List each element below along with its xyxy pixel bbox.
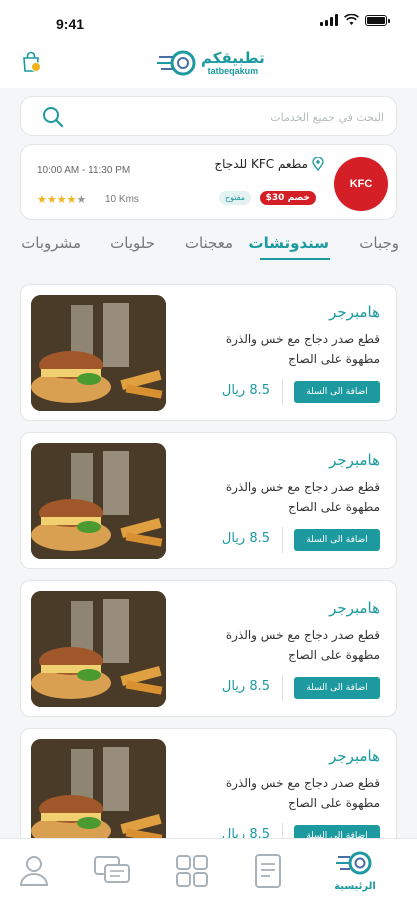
divider xyxy=(282,379,283,405)
product-title: هامبرجر xyxy=(329,747,380,765)
logo-mark-icon xyxy=(157,50,196,76)
star-icon: ★ xyxy=(46,193,57,206)
product-description: قطع صدر دجاج مع خس والذرة مطهوة على الصا… xyxy=(225,480,380,514)
location-pin-icon xyxy=(312,157,324,171)
product-title: هامبرجر xyxy=(329,599,380,617)
nav-label-home[interactable]: الرئيسية xyxy=(330,881,380,892)
discount-badge: خصم 30$ xyxy=(259,191,316,205)
tab-pastries[interactable]: معجنات xyxy=(185,234,233,252)
user-icon[interactable] xyxy=(14,851,54,891)
product-card[interactable]: هامبرجر قطع صدر دجاج مع خس والذرة مطهوة … xyxy=(20,284,397,421)
divider xyxy=(282,527,283,553)
add-to-cart-button[interactable]: اضافة الى السلة xyxy=(294,677,380,699)
product-image xyxy=(31,739,166,838)
star-icon: ★ xyxy=(76,193,87,206)
product-description: قطع صدر دجاج مع خس والذرة مطهوة على الصا… xyxy=(225,776,380,810)
product-price: 8.5 ريال xyxy=(221,383,270,398)
cart-badge xyxy=(31,62,41,72)
cellular-signal-icon xyxy=(320,14,338,26)
opening-hours: 10:00 AM - 11:30 PM xyxy=(37,165,131,176)
product-card[interactable]: هامبرجر قطع صدر دجاج مع خس والذرة مطهوة … xyxy=(20,728,397,838)
home-logo-icon[interactable] xyxy=(335,845,375,885)
category-tabs: وجبات سندوتشات معجنات حلويات مشروبات xyxy=(0,226,417,266)
status-icons xyxy=(320,14,390,26)
product-card[interactable]: هامبرجر قطع صدر دجاج مع خس والذرة مطهوة … xyxy=(20,580,397,717)
restaurant-logo: KFC xyxy=(334,157,388,211)
product-price: 8.5 ريال xyxy=(221,679,270,694)
product-description: قطع صدر دجاج مع خس والذرة مطهوة على الصا… xyxy=(225,332,380,366)
star-icon: ★ xyxy=(66,193,77,206)
add-to-cart-button[interactable]: اضافة الى السلة xyxy=(294,529,380,551)
wifi-icon xyxy=(344,14,359,25)
add-to-cart-button[interactable]: اضافة الى السلة xyxy=(294,825,380,838)
document-icon[interactable] xyxy=(248,851,288,891)
restaurant-card[interactable]: KFC مطعم KFC للدجاج 10:00 AM - 11:30 PM … xyxy=(20,144,397,220)
app-header: تطبيقكم tatbeqakum xyxy=(0,40,417,88)
divider xyxy=(282,675,283,701)
product-title: هامبرجر xyxy=(329,303,380,321)
active-tab-indicator xyxy=(260,258,330,260)
tab-sandwiches[interactable]: سندوتشات xyxy=(249,234,329,252)
search-bar xyxy=(20,96,397,136)
chat-icon[interactable] xyxy=(92,851,132,891)
star-icon: ★ xyxy=(37,193,47,206)
product-price: 8.5 ريال xyxy=(221,531,270,546)
search-input[interactable] xyxy=(81,105,384,129)
restaurant-name: مطعم KFC للدجاج xyxy=(214,157,308,171)
tab-meals[interactable]: وجبات xyxy=(359,234,399,252)
tab-sweets[interactable]: حلويات xyxy=(110,234,155,252)
app-logo: تطبيقكم tatbeqakum xyxy=(157,48,265,78)
product-card[interactable]: هامبرجر قطع صدر دجاج مع خس والذرة مطهوة … xyxy=(20,432,397,569)
product-price: 8.5 ريال xyxy=(221,827,270,838)
product-image xyxy=(31,591,166,707)
battery-icon xyxy=(365,14,390,26)
product-list: هامبرجر قطع صدر دجاج مع خس والذرة مطهوة … xyxy=(0,278,417,838)
product-title: هامبرجر xyxy=(329,451,380,469)
status-bar: 9:41 xyxy=(0,0,417,40)
logo-text-arabic: تطبيقكم xyxy=(201,49,265,67)
tab-drinks[interactable]: مشروبات xyxy=(21,234,81,252)
rating-stars: ★★★★★ xyxy=(37,193,86,206)
product-image xyxy=(31,443,166,559)
status-badge: مفتوح xyxy=(218,191,251,205)
search-icon[interactable] xyxy=(41,105,65,129)
add-to-cart-button[interactable]: اضافة الى السلة xyxy=(294,381,380,403)
logo-text-english: tatbeqakum xyxy=(207,66,259,76)
status-time: 9:41 xyxy=(56,16,85,32)
divider xyxy=(282,823,283,838)
bottom-navigation: الرئيسية xyxy=(0,838,417,900)
star-icon: ★ xyxy=(56,193,67,206)
distance: 10 Kms xyxy=(105,194,139,205)
grid-icon[interactable] xyxy=(172,851,212,891)
product-image xyxy=(31,295,166,411)
product-description: قطع صدر دجاج مع خس والذرة مطهوة على الصا… xyxy=(225,628,380,662)
